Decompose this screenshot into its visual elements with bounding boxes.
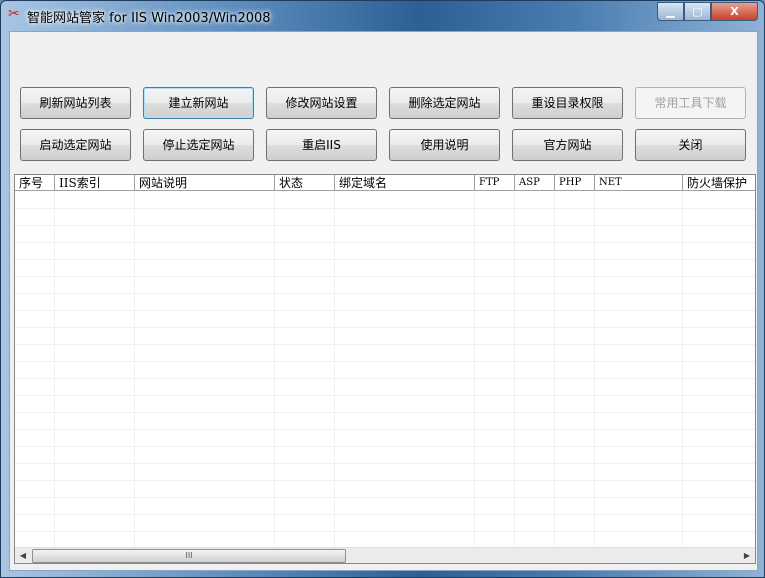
horizontal-scrollbar[interactable]: ◀ III ▶	[15, 547, 755, 563]
scroll-right-icon[interactable]: ▶	[739, 548, 755, 563]
header-col-index[interactable]: 序号	[15, 175, 55, 191]
instructions-button[interactable]: 使用说明	[389, 129, 500, 161]
reset-dir-permissions-button[interactable]: 重设目录权限	[512, 87, 623, 119]
grid-line	[15, 242, 755, 243]
grid-line	[15, 395, 755, 396]
grid-line	[15, 378, 755, 379]
grid-line	[15, 361, 755, 362]
grid-line	[15, 429, 755, 430]
scroll-thumb[interactable]: III	[32, 549, 346, 563]
header-col-domain[interactable]: 绑定域名	[335, 175, 475, 191]
delete-selected-site-button[interactable]: 删除选定网站	[389, 87, 500, 119]
create-site-button[interactable]: 建立新网站	[143, 87, 254, 119]
header-col-status[interactable]: 状态	[275, 175, 335, 191]
minimize-button[interactable]: ▁	[657, 2, 684, 21]
grid-line	[554, 191, 555, 547]
grid-line	[15, 463, 755, 464]
grid-line	[274, 191, 275, 547]
grid-line	[15, 531, 755, 532]
header-col-asp[interactable]: ASP	[515, 175, 555, 191]
grid-line	[514, 191, 515, 547]
header-col-description[interactable]: 网站说明	[135, 175, 275, 191]
grid-line	[15, 446, 755, 447]
header-col-iis-index[interactable]: IIS索引	[55, 175, 135, 191]
grid-line	[15, 514, 755, 515]
grid-line	[15, 225, 755, 226]
stop-selected-site-button[interactable]: 停止选定网站	[143, 129, 254, 161]
header-col-php[interactable]: PHP	[555, 175, 595, 191]
list-header: 序号 IIS索引 网站说明 状态 绑定域名 FTP ASP PHP NET 防火墙保护	[15, 175, 755, 191]
grid-line	[594, 191, 595, 547]
grid-line	[134, 191, 135, 547]
grid-line	[15, 310, 755, 311]
window-title: 智能网站管家 for IIS Win2003/Win2008	[27, 11, 271, 26]
grid-line	[15, 276, 755, 277]
grid-line	[15, 412, 755, 413]
scroll-left-icon[interactable]: ◀	[15, 548, 31, 563]
grid-line	[15, 480, 755, 481]
grid-line	[15, 344, 755, 345]
header-col-net[interactable]: NET	[595, 175, 683, 191]
modify-site-settings-button[interactable]: 修改网站设置	[266, 87, 377, 119]
grid-line	[15, 497, 755, 498]
official-site-button[interactable]: 官方网站	[512, 129, 623, 161]
header-col-firewall[interactable]: 防火墙保护	[683, 175, 755, 191]
refresh-site-list-button[interactable]: 刷新网站列表	[20, 87, 131, 119]
grid-line	[682, 191, 683, 547]
site-list[interactable]: 序号 IIS索引 网站说明 状态 绑定域名 FTP ASP PHP NET 防火墙保护 ◀ III…	[14, 174, 756, 564]
grid-line	[15, 293, 755, 294]
app-tools-icon: ✂	[8, 6, 20, 22]
restart-iis-button[interactable]: 重启IIS	[266, 129, 377, 161]
grid-line	[474, 191, 475, 547]
grid-line	[54, 191, 55, 547]
maximize-button[interactable]: ▢	[684, 2, 711, 21]
grid-line	[15, 208, 755, 209]
close-window-button[interactable]: X	[711, 2, 758, 21]
client-area: 刷新网站列表 建立新网站 修改网站设置 删除选定网站 重设目录权限 常用工具下载…	[9, 31, 758, 571]
grid-line	[334, 191, 335, 547]
grid-line	[15, 259, 755, 260]
tools-download-button[interactable]: 常用工具下载	[635, 87, 746, 119]
app-window: ✂ 智能网站管家 for IIS Win2003/Win2008 ▁ ▢ X 刷…	[0, 0, 765, 578]
start-selected-site-button[interactable]: 启动选定网站	[20, 129, 131, 161]
grid-line	[15, 327, 755, 328]
header-col-ftp[interactable]: FTP	[475, 175, 515, 191]
close-button[interactable]: 关闭	[635, 129, 746, 161]
